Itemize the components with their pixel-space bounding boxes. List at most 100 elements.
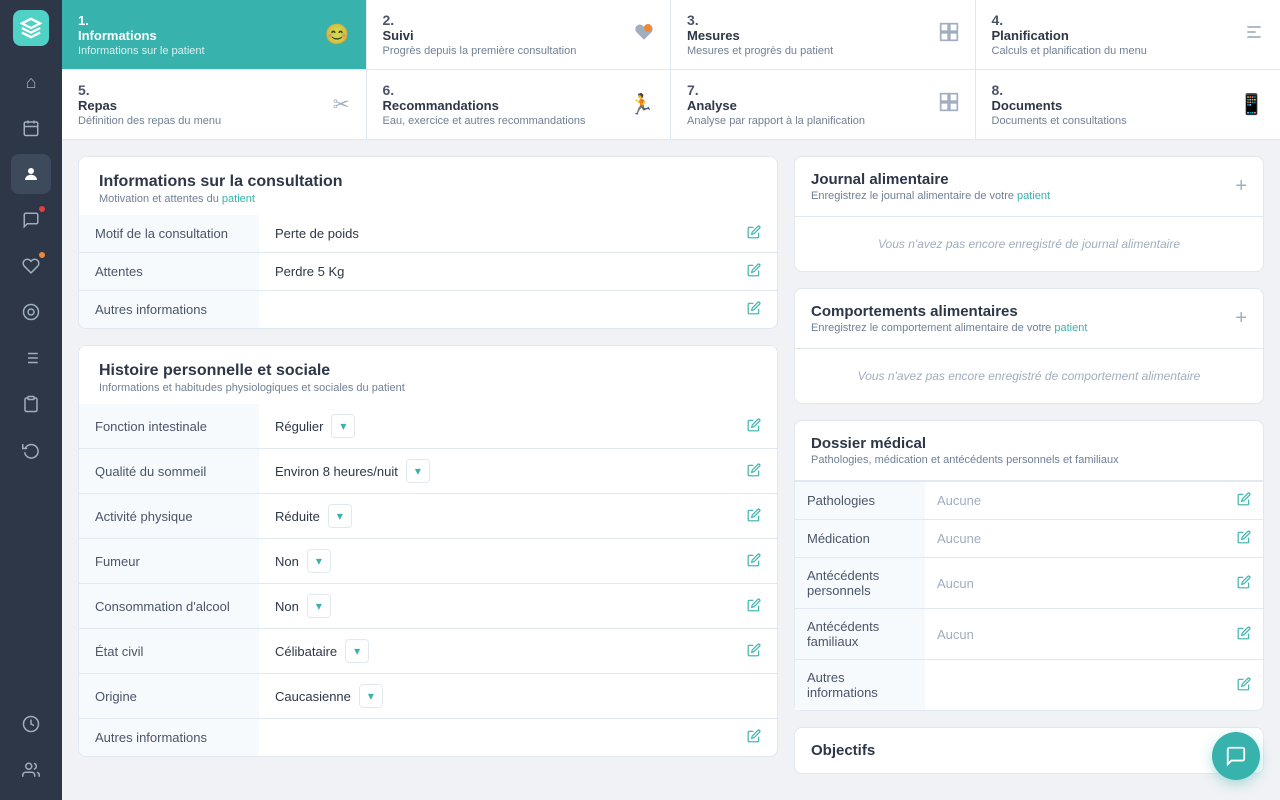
journal-add-button[interactable]: + [1235, 175, 1247, 198]
dossier-title: Dossier médical [811, 435, 1119, 452]
sommeil-edit-button[interactable] [731, 449, 777, 494]
chat-button[interactable] [1212, 732, 1260, 780]
fonction-edit-button[interactable] [731, 404, 777, 449]
activite-label: Activité physique [79, 494, 259, 539]
histoire-table: Fonction intestinale Régulier ▾ [79, 404, 777, 756]
consultation-card: Informations sur la consultation Motivat… [78, 156, 778, 329]
origine-edit-cell [731, 674, 777, 719]
civil-edit-button[interactable] [731, 629, 777, 674]
table-row: Qualité du sommeil Environ 8 heures/nuit… [79, 449, 777, 494]
origine-dropdown[interactable]: ▾ [359, 684, 383, 708]
tab-documents[interactable]: 8. Documents Documents et consultations … [976, 70, 1280, 139]
journal-title: Journal alimentaire [811, 171, 1050, 188]
fonction-value: Régulier ▾ [259, 404, 731, 449]
journal-card: Journal alimentaire Enregistrez le journ… [794, 156, 1264, 272]
medication-edit-button[interactable] [1225, 520, 1263, 558]
clipboard-icon[interactable] [11, 384, 51, 424]
history-icon[interactable] [11, 430, 51, 470]
calendar-icon[interactable] [11, 108, 51, 148]
fonction-dropdown[interactable]: ▾ [331, 414, 355, 438]
tab-repas[interactable]: 5. Repas Définition des repas du menu ✂ [62, 70, 367, 139]
fumeur-value: Non ▾ [259, 539, 731, 584]
tab-recommandations[interactable]: 6. Recommandations Eau, exercice et autr… [367, 70, 672, 139]
tab-informations[interactable]: 1. Informations Informations sur le pati… [62, 0, 367, 69]
alcool-value: Non ▾ [259, 584, 731, 629]
sommeil-value: Environ 8 heures/nuit ▾ [259, 449, 731, 494]
table-row: Motif de la consultation Perte de poids [79, 215, 777, 253]
alcool-edit-button[interactable] [731, 584, 777, 629]
activite-dropdown[interactable]: ▾ [328, 504, 352, 528]
table-row: Autres informations [79, 719, 777, 757]
nav-row-1: 1. Informations Informations sur le pati… [62, 0, 1280, 70]
sommeil-dropdown[interactable]: ▾ [406, 459, 430, 483]
histoire-title: Histoire personnelle et sociale [99, 362, 757, 380]
antecedents-perso-edit-button[interactable] [1225, 558, 1263, 609]
sidebar-logo[interactable] [13, 10, 49, 46]
table-row: Attentes Perdre 5 Kg [79, 253, 777, 291]
messages-icon[interactable] [11, 200, 51, 240]
tab-mesures[interactable]: 3. Mesures Mesures et progrès du patient [671, 0, 976, 69]
list-icon[interactable] [11, 338, 51, 378]
attentes-label: Attentes [79, 253, 259, 291]
comportements-title: Comportements alimentaires [811, 303, 1087, 320]
tab-analyse-icon [939, 92, 959, 118]
table-row: Origine Caucasienne ▾ [79, 674, 777, 719]
activite-edit-button[interactable] [731, 494, 777, 539]
comportements-empty-text: Vous n'avez pas encore enregistré de com… [795, 348, 1263, 403]
tab-suivi-icon [634, 22, 654, 48]
nav-row-2: 5. Repas Définition des repas du menu ✂ … [62, 70, 1280, 140]
tab-recommandations-icon: 🏃 [629, 92, 654, 117]
medication-value: Aucune [925, 520, 1225, 558]
table-row: Pathologies Aucune [795, 482, 1263, 520]
home-icon[interactable]: ⌂ [11, 62, 51, 102]
autres-hist-edit-button[interactable] [731, 719, 777, 757]
antecedents-perso-label: Antécédents personnels [795, 558, 925, 609]
team-icon[interactable] [11, 750, 51, 790]
autres-edit-button[interactable] [731, 291, 777, 329]
civil-dropdown[interactable]: ▾ [345, 639, 369, 663]
heart-icon[interactable] [11, 246, 51, 286]
fonction-label: Fonction intestinale [79, 404, 259, 449]
autres-dossier-edit-button[interactable] [1225, 660, 1263, 711]
attentes-edit-button[interactable] [731, 253, 777, 291]
pathologies-label: Pathologies [795, 482, 925, 520]
tab-planification-icon [1244, 22, 1264, 48]
food-icon[interactable] [11, 292, 51, 332]
motif-edit-button[interactable] [731, 215, 777, 253]
autres-hist-label: Autres informations [79, 719, 259, 757]
tab-analyse[interactable]: 7. Analyse Analyse par rapport à la plan… [671, 70, 976, 139]
autres-label: Autres informations [79, 291, 259, 329]
table-row: Fonction intestinale Régulier ▾ [79, 404, 777, 449]
alcool-label: Consommation d'alcool [79, 584, 259, 629]
dossier-table: Pathologies Aucune Médication Aucune [795, 481, 1263, 710]
fumeur-edit-button[interactable] [731, 539, 777, 584]
patients-icon[interactable] [11, 154, 51, 194]
comportements-card: Comportements alimentaires Enregistrez l… [794, 288, 1264, 404]
table-row: Autres informations [79, 291, 777, 329]
tab-documents-icon: 📱 [1239, 92, 1264, 117]
motif-label: Motif de la consultation [79, 215, 259, 253]
consultation-title: Informations sur la consultation [99, 173, 757, 191]
table-row: Antécédents personnels Aucun [795, 558, 1263, 609]
tab-suivi[interactable]: 2. Suivi Progrès depuis la première cons… [367, 0, 672, 69]
journal-subtitle: Enregistrez le journal alimentaire de vo… [811, 190, 1050, 202]
comportements-add-button[interactable]: + [1235, 307, 1247, 330]
objectifs-card: Objectifs [794, 727, 1264, 774]
consultation-table: Motif de la consultation Perte de poids … [79, 215, 777, 328]
tab-informations-icon: 😊 [325, 22, 350, 47]
autres-dossier-value [925, 660, 1225, 711]
clock-icon[interactable] [11, 704, 51, 744]
antecedents-fam-edit-button[interactable] [1225, 609, 1263, 660]
tab-mesures-icon [939, 22, 959, 48]
tab-planification[interactable]: 4. Planification Calculs et planificatio… [976, 0, 1280, 69]
civil-label: État civil [79, 629, 259, 674]
autres-value [259, 291, 731, 329]
motif-value: Perte de poids [259, 215, 731, 253]
antecedents-fam-label: Antécédents familiaux [795, 609, 925, 660]
attentes-value: Perdre 5 Kg [259, 253, 731, 291]
objectifs-title: Objectifs [811, 742, 875, 759]
autres-hist-value [259, 719, 731, 757]
fumeur-dropdown[interactable]: ▾ [307, 549, 331, 573]
alcool-dropdown[interactable]: ▾ [307, 594, 331, 618]
pathologies-edit-button[interactable] [1225, 482, 1263, 520]
